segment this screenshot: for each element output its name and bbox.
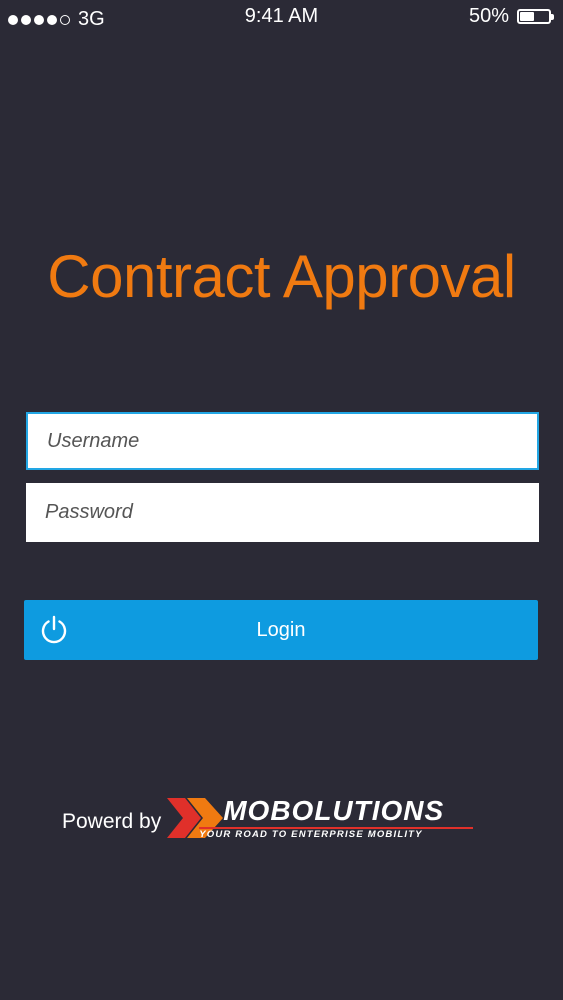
battery-percent: 50% <box>468 5 509 27</box>
battery-icon <box>517 9 554 24</box>
battery-indicator: 50% <box>468 5 554 28</box>
password-field[interactable] <box>26 483 539 542</box>
status-bar: 3G 9:41 AM 50% <box>0 0 563 34</box>
password-input[interactable] <box>26 483 539 542</box>
footer: Powerd by MOBOLUTIONS YOUR ROAD TO ENTER… <box>62 794 477 844</box>
username-field[interactable] <box>26 412 539 470</box>
brand-name: MOBOLUTIONS <box>223 795 445 826</box>
powered-by-label: Powerd by <box>62 810 162 833</box>
mobolutions-logo: MOBOLUTIONS YOUR ROAD TO ENTERPRISE MOBI… <box>165 794 477 844</box>
username-input[interactable] <box>28 414 537 468</box>
login-button[interactable]: Login <box>24 600 538 660</box>
page-title: Contract Approval <box>47 243 516 310</box>
battery-fill <box>520 12 534 21</box>
brand-tagline: YOUR ROAD TO ENTERPRISE MOBILITY <box>199 829 423 840</box>
login-label: Login <box>256 618 306 641</box>
